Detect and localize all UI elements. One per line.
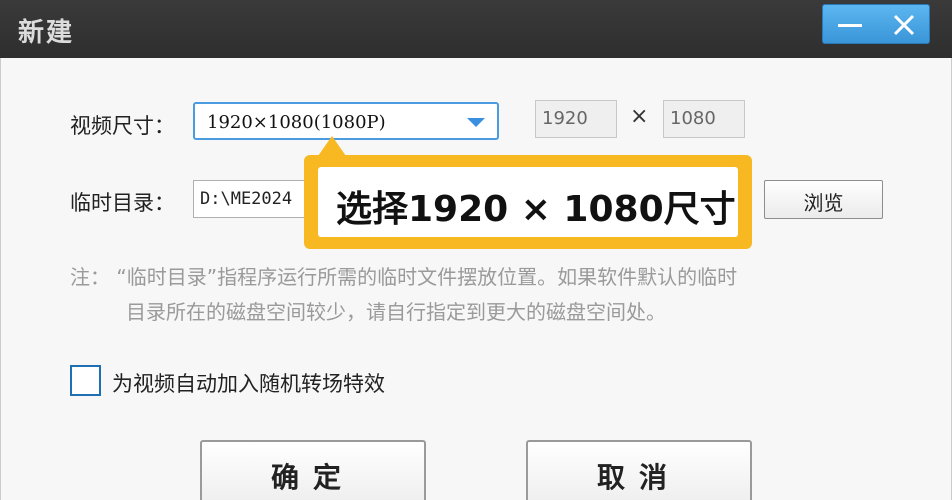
chevron-down-icon: [467, 118, 485, 127]
width-input[interactable]: 1920: [535, 100, 617, 138]
close-icon: [893, 14, 915, 36]
title-bar: 新建: [0, 0, 952, 58]
window-controls: [822, 4, 930, 44]
temp-dir-input[interactable]: D:\ME2024: [193, 180, 317, 218]
browse-button[interactable]: 浏览: [764, 180, 883, 219]
auto-transition-label[interactable]: 为视频自动加入随机转场特效: [112, 368, 385, 398]
callout-pointer: [318, 136, 346, 156]
height-input[interactable]: 1080: [663, 100, 745, 138]
window-title: 新建: [18, 18, 75, 48]
video-size-select[interactable]: 1920×1080(1080P): [193, 102, 499, 140]
ok-button[interactable]: 确定: [200, 440, 426, 500]
note-line-2: 目录所在的磁盘空间较少，请自行指定到更大的磁盘空间处。: [126, 300, 666, 324]
close-button[interactable]: [877, 5, 931, 45]
times-sign: ×: [630, 104, 649, 129]
video-size-selected: 1920×1080(1080P): [207, 112, 386, 133]
note-line-1: 注： “临时目录”指程序运行所需的临时文件摆放位置。如果软件默认的临时: [70, 265, 738, 289]
callout-text: 选择1920 × 1080尺寸: [336, 189, 736, 230]
auto-transition-checkbox[interactable]: [70, 365, 101, 396]
video-size-label: 视频尺寸：: [70, 114, 175, 138]
cancel-button[interactable]: 取消: [526, 440, 752, 500]
minimize-button[interactable]: [823, 5, 877, 45]
temp-dir-label: 临时目录：: [70, 191, 175, 215]
